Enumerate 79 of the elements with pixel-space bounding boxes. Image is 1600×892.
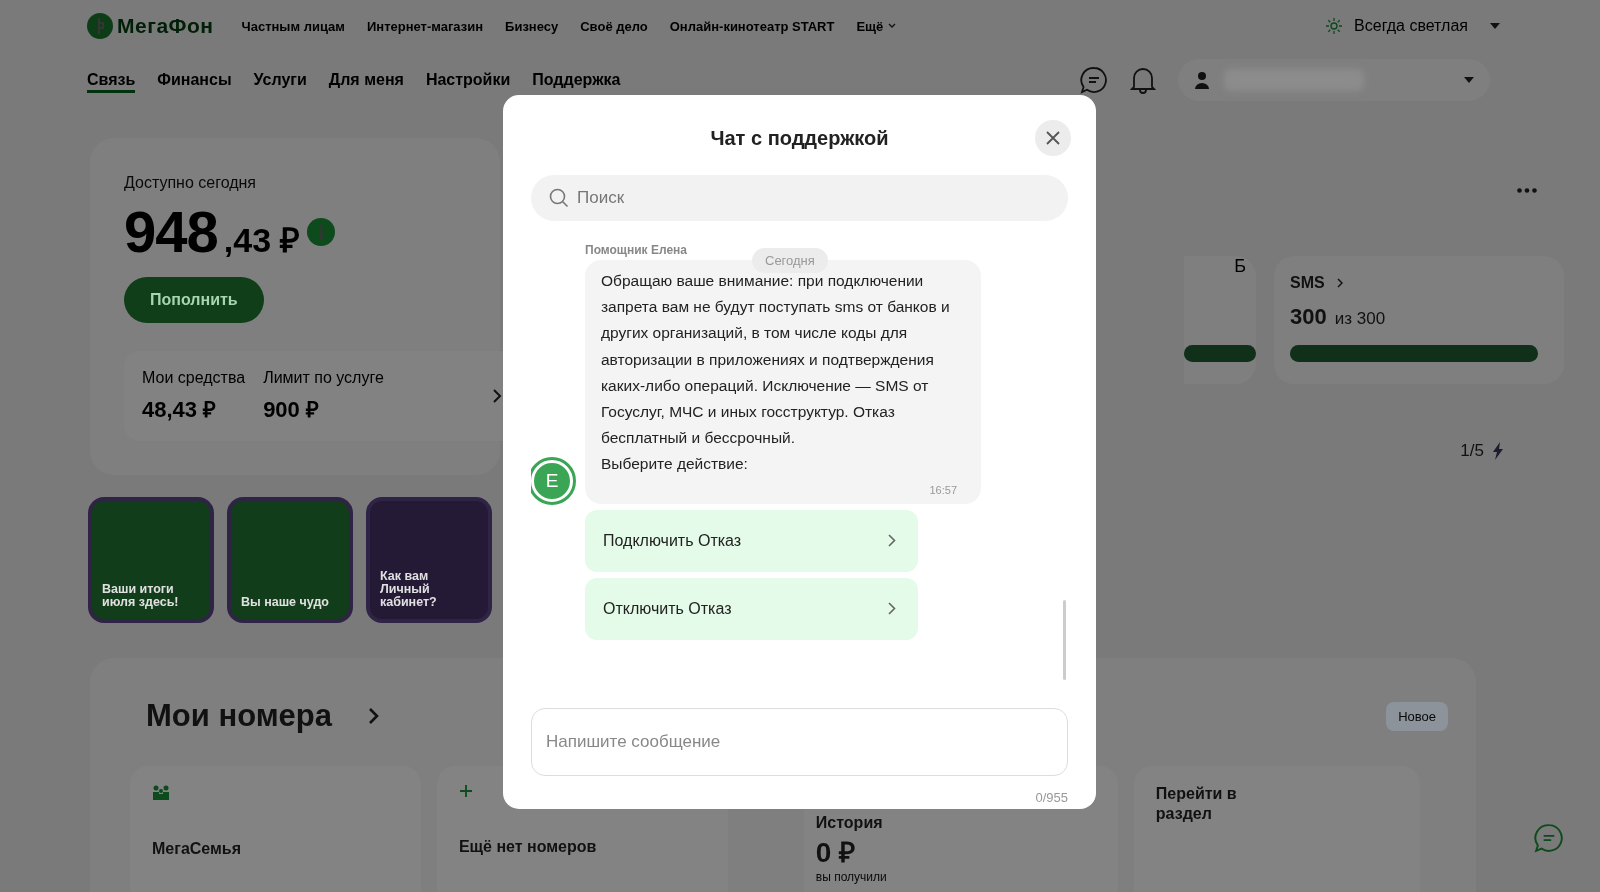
- balance-label: Доступно сегодня: [124, 174, 258, 192]
- sms-title: SMS: [1290, 274, 1325, 292]
- chat-icon[interactable]: [1080, 66, 1108, 94]
- close-button[interactable]: [1035, 120, 1071, 156]
- pager-text: 1/5: [1460, 441, 1484, 461]
- nav-tab[interactable]: Настройки: [425, 67, 511, 93]
- family-icon: [152, 784, 170, 800]
- logo-text[interactable]: МегаФон: [117, 14, 214, 38]
- message-text: Обращаю ваше внимание: при подключении запрета вам не будут поступать sms от банков и других организаций, в том числе коды для авторизации в приложениях и подтверждения каких-либо операций. Исключение — SMS от Госуслуг, МЧС и иных госструктур. Отказ бесплатный и бессрочный. Выберите действие:: [601, 271, 951, 475]
- character-counter: 0/955: [1035, 790, 1068, 805]
- close-icon: [1046, 131, 1060, 145]
- funds-label: Лимит по услуге: [263, 369, 384, 387]
- nav-tab[interactable]: Финансы: [157, 67, 232, 93]
- sms-value: 300: [1290, 304, 1327, 330]
- message-time: 16:57: [929, 483, 957, 496]
- balance-fraction: ,43 ₽: [223, 219, 301, 261]
- funds-label: Мои средства: [142, 369, 246, 387]
- history-amount: 0 ₽: [815, 836, 857, 870]
- number-card[interactable]: МегаСемья: [130, 766, 421, 892]
- story-card[interactable]: Ваши итоги июля здесь!: [88, 497, 214, 623]
- chat-icon[interactable]: [1534, 823, 1564, 853]
- scrollbar[interactable]: [1063, 600, 1066, 680]
- nav-link[interactable]: Бизнесу: [505, 18, 559, 34]
- action-button[interactable]: Отключить Отказ: [585, 577, 918, 640]
- funds-value: 48,43 ₽: [142, 396, 218, 423]
- user-icon: [1194, 71, 1210, 89]
- story-title: Ваши итоги июля здесь!: [102, 582, 180, 609]
- number-card-label: МегаСемья: [152, 840, 243, 858]
- chevron-right-icon: [1336, 278, 1343, 288]
- balance-amount: 948: [124, 198, 218, 265]
- nav-link[interactable]: Онлайн-кинотеатр START: [669, 18, 835, 34]
- search-field[interactable]: Поиск: [531, 175, 1068, 221]
- nav-link[interactable]: Частным лицам: [241, 18, 345, 34]
- lightning-icon: [1492, 442, 1504, 460]
- more-menu[interactable]: Ещё: [856, 18, 897, 34]
- story-card[interactable]: Как вам Личный кабинет?: [366, 497, 492, 623]
- avatar: Е: [531, 459, 573, 502]
- funds-value: 900 ₽: [263, 396, 320, 423]
- chevron-down-icon: [888, 23, 897, 29]
- action-button[interactable]: Подключить Отказ: [585, 509, 918, 572]
- nav-tab[interactable]: Связь: [87, 67, 136, 93]
- story-title: Вы наше чудо: [241, 595, 329, 609]
- package-card[interactable]: Б: [1184, 256, 1256, 384]
- nav-tab[interactable]: Для меня: [328, 67, 404, 93]
- theme-selector[interactable]: Всегда светлая: [1354, 17, 1468, 35]
- package-unit: Б: [1234, 256, 1246, 277]
- chevron-right-icon: [493, 389, 502, 403]
- goto-label: Перейти в раздел: [1155, 784, 1238, 824]
- date-chip: Сегодня: [752, 248, 828, 273]
- dialog-title: Чат с поддержкой: [710, 126, 889, 150]
- nav-tab[interactable]: Услуги: [253, 67, 307, 93]
- history-caption: вы получили: [815, 870, 888, 884]
- chevron-right-icon: [888, 534, 896, 548]
- message-field[interactable]: Напишите сообщение: [531, 708, 1068, 776]
- pager[interactable]: 1/5: [1460, 441, 1504, 461]
- section-title[interactable]: Мои номера: [146, 698, 333, 734]
- nav-link[interactable]: Своё дело: [580, 18, 648, 34]
- chevron-right-icon: [888, 602, 896, 616]
- top-up-button[interactable]: Пополнить: [124, 277, 264, 323]
- history-title: История: [815, 814, 884, 832]
- plus-icon: [458, 784, 473, 798]
- chevron-right-icon: [368, 707, 380, 725]
- story-card[interactable]: Вы наше чудо: [227, 497, 353, 623]
- new-badge: Новое: [1386, 701, 1448, 731]
- sun-icon: [1326, 18, 1343, 34]
- sender-name: Помощник Елена: [585, 243, 688, 257]
- caret-icon: [1464, 77, 1474, 83]
- bell-icon[interactable]: [1130, 66, 1156, 94]
- logo-icon: [87, 13, 113, 39]
- nav-tab[interactable]: Поддержка: [532, 67, 621, 93]
- info-icon[interactable]: [306, 217, 335, 246]
- sms-card[interactable]: SMS 300 из 300: [1274, 256, 1564, 384]
- story-title: Как вам Личный кабинет?: [380, 569, 438, 609]
- sms-total: из 300: [1334, 309, 1386, 329]
- nav-link[interactable]: Интернет-магазин: [366, 18, 484, 34]
- caret-icon: [1490, 23, 1500, 29]
- goto-card[interactable]: Перейти в раздел: [1133, 766, 1420, 892]
- number-card-label: Ещё нет номеров: [458, 838, 598, 856]
- more-icon[interactable]: [1517, 188, 1537, 193]
